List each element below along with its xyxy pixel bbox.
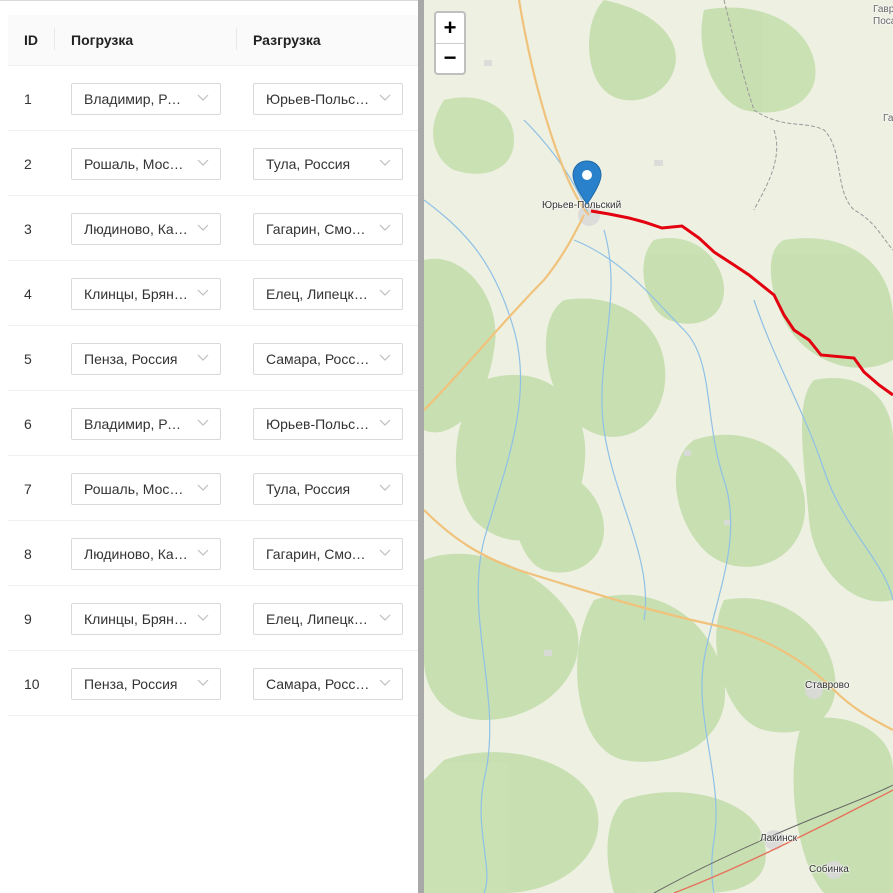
table-row: 5 Пенза, Россия Самара, Россия [8, 326, 418, 391]
unload-location-select[interactable]: Тула, Россия [253, 148, 403, 180]
unload-location-select[interactable]: Самара, Россия [253, 668, 403, 700]
map-view[interactable]: Юрьев-Польский Ставрово Лакинск Собинка … [424, 0, 893, 893]
city-label-corner-mid: Га [883, 113, 893, 124]
table-row: 6 Владимир, Россия Юрьев-Польский, Россия [8, 391, 418, 456]
unload-location-select[interactable]: Тула, Россия [253, 473, 403, 505]
row-id: 5 [24, 351, 32, 367]
unload-location-value: Юрьев-Польский, Россия [266, 416, 370, 432]
load-location-select[interactable]: Рошаль, Московская обл. [71, 148, 221, 180]
unload-location-select[interactable]: Юрьев-Польский, Россия [253, 408, 403, 440]
unload-location-select[interactable]: Елец, Липецкая обл. [253, 278, 403, 310]
unload-location-value: Елец, Липецкая обл. [266, 611, 370, 627]
orders-table-panel: ID Погрузка Разгрузка 1 Владимир, Россия Ю… [0, 0, 418, 893]
row-id: 10 [24, 676, 40, 692]
load-location-select[interactable]: Владимир, Россия [71, 83, 221, 115]
table-row: 8 Людиново, Калужская обл. Гагарин, Смолен… [8, 521, 418, 586]
load-location-select[interactable]: Владимир, Россия [71, 408, 221, 440]
chevron-down-icon [197, 676, 209, 690]
chevron-down-icon [379, 351, 391, 365]
unload-location-select[interactable]: Гагарин, Смоленская обл. [253, 213, 403, 245]
chevron-down-icon [197, 611, 209, 625]
city-label-sobinka: Собинка [809, 864, 849, 875]
row-id: 8 [24, 546, 32, 562]
load-location-value: Владимир, Россия [84, 91, 188, 107]
table-row: 7 Рошаль, Московская обл. Тула, Россия [8, 456, 418, 521]
chevron-down-icon [379, 481, 391, 495]
load-location-value: Людиново, Калужская обл. [84, 221, 188, 237]
load-location-select[interactable]: Клинцы, Брянская обл. [71, 603, 221, 635]
header-divider [236, 28, 237, 50]
chevron-down-icon [379, 91, 391, 105]
unload-location-value: Тула, Россия [266, 481, 351, 497]
unload-location-value: Елец, Липецкая обл. [266, 286, 370, 302]
load-location-value: Рошаль, Московская обл. [84, 156, 188, 172]
city-label-corner-top2: Поса [873, 16, 893, 27]
row-id: 2 [24, 156, 32, 172]
row-id: 7 [24, 481, 32, 497]
load-location-select[interactable]: Клинцы, Брянская обл. [71, 278, 221, 310]
chevron-down-icon [379, 611, 391, 625]
unload-location-select[interactable]: Самара, Россия [253, 343, 403, 375]
chevron-down-icon [379, 676, 391, 690]
row-id: 3 [24, 221, 32, 237]
load-location-value: Клинцы, Брянская обл. [84, 611, 188, 627]
table-row: 2 Рошаль, Московская обл. Тула, Россия [8, 131, 418, 196]
column-header-load: Погрузка [71, 32, 134, 48]
zoom-control: + − [434, 11, 466, 75]
table-row: 10 Пенза, Россия Самара, Россия [8, 651, 418, 716]
chevron-down-icon [379, 156, 391, 170]
table-row: 1 Владимир, Россия Юрьев-Польский, Россия [8, 66, 418, 131]
chevron-down-icon [379, 546, 391, 560]
chevron-down-icon [197, 351, 209, 365]
load-location-select[interactable]: Людиново, Калужская обл. [71, 213, 221, 245]
header-divider [54, 28, 55, 50]
unload-location-select[interactable]: Елец, Липецкая обл. [253, 603, 403, 635]
table-header: ID Погрузка Разгрузка [8, 15, 418, 66]
load-location-value: Пенза, Россия [84, 351, 178, 367]
load-location-value: Рошаль, Московская обл. [84, 481, 188, 497]
unload-location-value: Самара, Россия [266, 351, 370, 367]
unload-location-value: Юрьев-Польский, Россия [266, 91, 370, 107]
table-row: 9 Клинцы, Брянская обл. Елец, Липецкая обл… [8, 586, 418, 651]
unload-location-value: Тула, Россия [266, 156, 351, 172]
load-location-value: Людиново, Калужская обл. [84, 546, 188, 562]
load-location-select[interactable]: Рошаль, Московская обл. [71, 473, 221, 505]
unload-location-value: Самара, Россия [266, 676, 370, 692]
zoom-in-button[interactable]: + [436, 13, 464, 44]
load-location-value: Клинцы, Брянская обл. [84, 286, 188, 302]
row-id: 6 [24, 416, 32, 432]
chevron-down-icon [197, 481, 209, 495]
row-id: 4 [24, 286, 32, 302]
table-row: 3 Людиново, Калужская обл. Гагарин, Смолен… [8, 196, 418, 261]
zoom-out-button[interactable]: − [436, 43, 464, 73]
column-header-id: ID [24, 32, 38, 48]
chevron-down-icon [379, 416, 391, 430]
load-location-value: Пенза, Россия [84, 676, 178, 692]
table-row: 4 Клинцы, Брянская обл. Елец, Липецкая обл… [8, 261, 418, 326]
map-marker-icon[interactable] [572, 160, 602, 206]
chevron-down-icon [197, 156, 209, 170]
load-location-select[interactable]: Пенза, Россия [71, 343, 221, 375]
chevron-down-icon [197, 91, 209, 105]
unload-location-select[interactable]: Юрьев-Польский, Россия [253, 83, 403, 115]
unload-location-value: Гагарин, Смоленская обл. [266, 221, 370, 237]
chevron-down-icon [197, 221, 209, 235]
city-label-stavrovo: Ставрово [805, 680, 850, 691]
chevron-down-icon [197, 416, 209, 430]
unload-location-select[interactable]: Гагарин, Смоленская обл. [253, 538, 403, 570]
chevron-down-icon [379, 286, 391, 300]
city-label-corner-top1: Гавр [873, 4, 893, 15]
map-tiles [424, 0, 893, 893]
load-location-value: Владимир, Россия [84, 416, 188, 432]
load-location-select[interactable]: Пенза, Россия [71, 668, 221, 700]
row-id: 9 [24, 611, 32, 627]
chevron-down-icon [379, 221, 391, 235]
column-header-unload: Разгрузка [253, 32, 321, 48]
load-location-select[interactable]: Людиново, Калужская обл. [71, 538, 221, 570]
city-label-lakinsk: Лакинск [760, 833, 797, 844]
chevron-down-icon [197, 546, 209, 560]
row-id: 1 [24, 91, 32, 107]
chevron-down-icon [197, 286, 209, 300]
unload-location-value: Гагарин, Смоленская обл. [266, 546, 370, 562]
